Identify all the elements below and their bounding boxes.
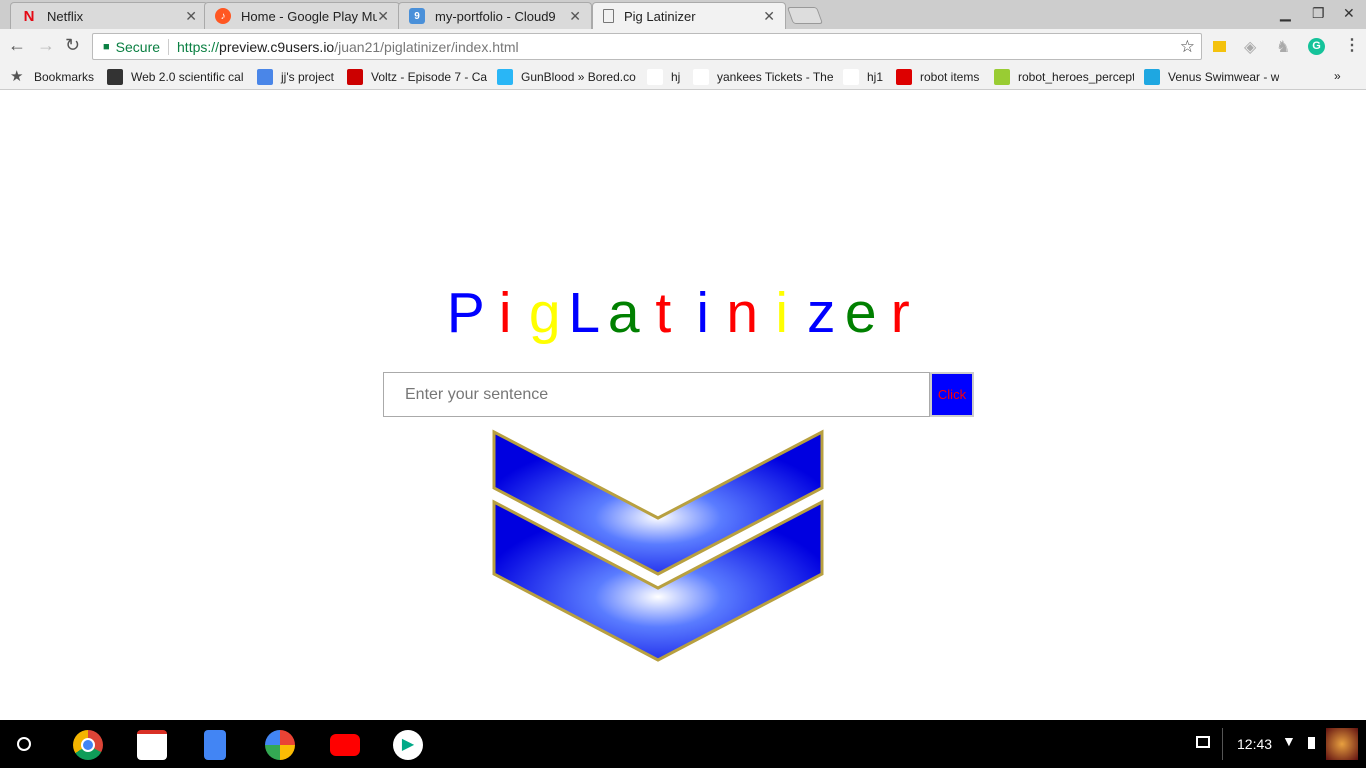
title-letter: P [446,281,485,345]
title-letter: n [726,281,759,345]
clock[interactable]: 12:43 [1237,736,1272,752]
sentence-input[interactable] [383,372,930,417]
bookmark-icon [257,69,273,85]
title-letter: t [655,281,672,345]
browser-toolbar: ← → ↻ ■ Secure https://preview.c9users.i… [0,29,1366,64]
bookmark-item[interactable]: hj [647,69,680,85]
restore-button[interactable]: ❐ [1312,5,1325,22]
star-icon[interactable]: ☆ [1180,37,1195,57]
title-letter: g [528,281,561,345]
title-letter: r [890,281,910,345]
bookmarks-bar: ★ Bookmarks Web 2.0 scientific cal jj's pro… [0,64,1366,90]
docs-icon[interactable] [204,730,226,760]
youtube-icon[interactable] [330,734,360,756]
bookmark-label: robot_heroes_percept [1018,70,1134,84]
title-letter: z [807,281,836,345]
tab-strip: N Netflix ✕ ♪ Home - Google Play Mus ✕ 9 m… [0,0,1366,29]
close-icon[interactable]: ✕ [185,8,197,25]
bookmark-label: GunBlood » Bored.co [521,70,636,84]
bookmark-icon [994,69,1010,85]
latinizer-form: Click [383,372,974,417]
bookmark-icon [843,69,859,85]
css-extension-icon[interactable] [1213,41,1226,52]
title-letter: a [607,281,640,345]
forward-button[interactable]: → [37,35,55,56]
bookmark-item[interactable]: robot_heroes_percept [994,69,1134,85]
page-title: PigLatinizer [0,280,1366,346]
lock-icon: ■ [103,40,110,53]
close-icon[interactable]: ✕ [569,8,581,25]
bookmark-icon [347,69,363,85]
bookmark-icon [693,69,709,85]
bookmark-label: hj1 [867,70,884,84]
bookmark-icon [1144,69,1160,85]
bookmark-item[interactable]: hj1 [843,69,883,85]
netflix-icon: N [23,7,35,25]
new-tab-button[interactable] [786,7,824,24]
gmail-icon[interactable] [137,730,167,760]
page-icon [603,9,614,23]
menu-icon[interactable]: ⋮ [1344,35,1360,55]
extension-icon[interactable]: ◈ [1244,37,1256,57]
bookmark-item[interactable]: GunBlood » Bored.co [497,69,636,85]
bookmark-item[interactable]: ★ Bookmarks [10,69,94,85]
wifi-icon[interactable]: ▼ [1282,733,1296,749]
bookmark-icon [647,69,663,85]
bookmark-item[interactable]: robot items [896,69,979,85]
battery-icon[interactable] [1308,737,1315,749]
bookmark-item[interactable]: jj's project [257,69,334,85]
bookmark-item[interactable]: Voltz - Episode 7 - Ca [347,69,487,85]
bookmark-item[interactable]: Web 2.0 scientific cal [107,69,244,85]
avatar[interactable] [1326,728,1358,760]
bookmark-item[interactable]: yankees Tickets - The [693,69,833,85]
bookmark-item[interactable]: Venus Swimwear - w [1144,69,1279,85]
close-icon[interactable]: ✕ [763,8,775,25]
taskbar: ▶ 12:43 ▼ [0,720,1366,768]
bookmark-label: Bookmarks [34,70,95,84]
minimize-button[interactable]: ▁ [1280,5,1291,22]
close-window-button[interactable]: ✕ [1343,5,1355,22]
title-letter: e [844,281,877,345]
title-letter: i [696,281,710,345]
close-icon[interactable]: ✕ [377,8,389,25]
bookmark-label: robot items [920,70,980,84]
tab-netflix[interactable]: N Netflix ✕ [10,2,208,29]
tab-play-music[interactable]: ♪ Home - Google Play Mus ✕ [204,2,400,29]
click-button[interactable]: Click [930,372,974,417]
bookmark-icon [497,69,513,85]
play-music-icon: ♪ [215,8,231,24]
extension-icon[interactable]: ♞ [1276,37,1290,57]
title-letter: i [498,281,512,345]
bookmark-icon [896,69,912,85]
bookmark-icon: ★ [10,69,24,85]
play-store-icon[interactable]: ▶ [393,730,423,760]
bookmark-label: Voltz - Episode 7 - Ca [371,70,487,84]
cloud9-icon: 9 [409,8,425,24]
photos-icon[interactable] [265,730,295,760]
screenshot-icon[interactable] [1196,736,1210,748]
title-letter: i [775,281,789,345]
bookmark-icon [107,69,123,85]
back-button[interactable]: ← [8,35,26,56]
chevron-down-icon [492,429,824,662]
bookmark-label: jj's project [281,70,334,84]
launcher-button[interactable] [17,737,31,751]
tab-pig-latinizer[interactable]: Pig Latinizer ✕ [592,2,786,29]
title-letter: L [568,281,601,345]
tab-cloud9[interactable]: 9 my-portfolio - Cloud9 ✕ [398,2,592,29]
bookmark-label: Web 2.0 scientific cal [131,70,244,84]
chrome-icon[interactable] [73,730,103,760]
more-bookmarks-button[interactable]: » [1334,69,1341,83]
bookmark-label: hj [671,70,681,84]
bookmark-label: Venus Swimwear - w [1168,70,1280,84]
grammarly-icon[interactable]: G [1308,38,1325,55]
address-bar[interactable]: ■ Secure https://preview.c9users.io/juan… [92,33,1202,60]
reload-button[interactable]: ↻ [65,35,80,56]
bookmark-label: yankees Tickets - The [717,70,833,84]
